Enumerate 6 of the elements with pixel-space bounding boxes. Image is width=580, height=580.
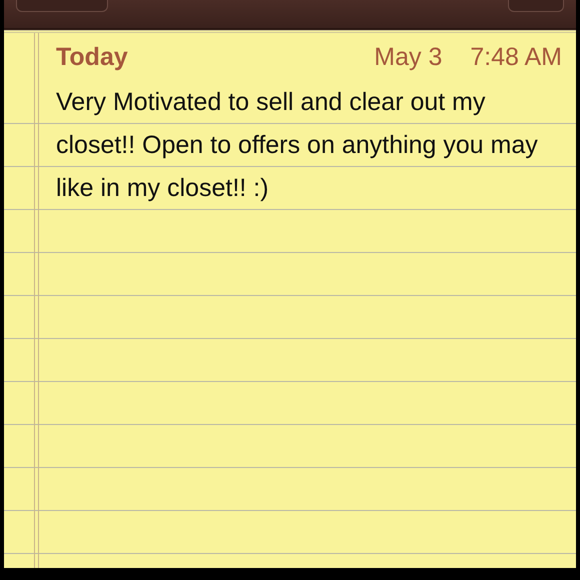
note-day: Today bbox=[56, 42, 128, 72]
nav-button[interactable] bbox=[508, 0, 564, 12]
note-time: 7:48 AM bbox=[470, 42, 562, 72]
note-date: May 3 bbox=[374, 42, 442, 72]
nav-button[interactable] bbox=[16, 0, 108, 12]
note-text[interactable]: Very Motivated to sell and clear out my closet!! Open to offers on anything you may like in my closet!! :) bbox=[4, 81, 576, 210]
